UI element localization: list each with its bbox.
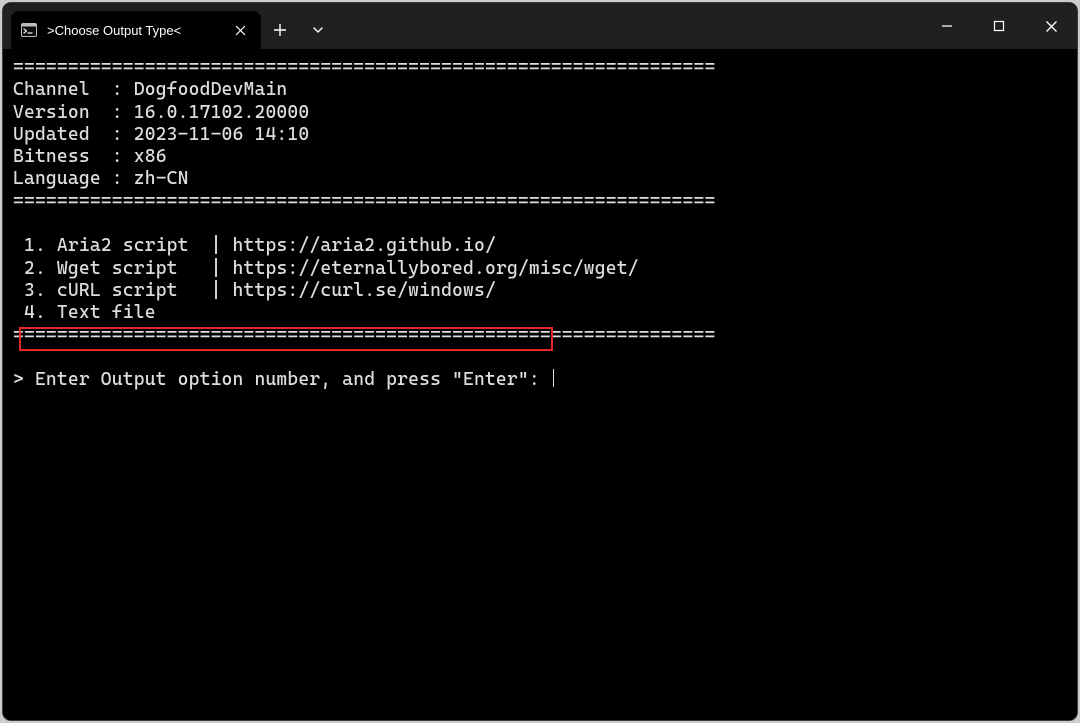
tab-active[interactable]: >Choose Output Type< xyxy=(11,11,261,49)
app-window: >Choose Output Type< xyxy=(3,3,1077,720)
maximize-button[interactable] xyxy=(973,3,1025,49)
tab-title: >Choose Output Type< xyxy=(47,23,219,38)
tabbar-actions xyxy=(261,11,337,49)
option-name: Aria2 script xyxy=(57,235,200,256)
option-name: cURL script xyxy=(57,280,200,301)
separator-line: ========================================… xyxy=(13,57,715,78)
window-controls xyxy=(921,3,1077,49)
info-version-label: Version : xyxy=(13,102,123,123)
option-num: 1. xyxy=(13,235,46,256)
minimize-button[interactable] xyxy=(921,3,973,49)
titlebar: >Choose Output Type< xyxy=(3,3,1077,49)
prompt-text: > Enter Output option number, and press … xyxy=(13,369,551,390)
separator-line: ========================================… xyxy=(13,191,715,212)
info-version-value: 16.0.17102.20000 xyxy=(134,102,310,123)
info-channel-label: Channel : xyxy=(13,79,123,100)
info-language-value: zh-CN xyxy=(134,168,189,189)
terminal-output[interactable]: ========================================… xyxy=(3,49,1077,720)
option-url: https://eternallybored.org/misc/wget/ xyxy=(233,258,639,279)
new-tab-button[interactable] xyxy=(261,11,299,49)
info-bitness-value: x86 xyxy=(134,146,167,167)
close-window-button[interactable] xyxy=(1025,3,1077,49)
tab-close-button[interactable] xyxy=(229,19,251,41)
option-url: https://curl.se/windows/ xyxy=(233,280,496,301)
terminal-icon xyxy=(21,22,37,38)
info-bitness-label: Bitness : xyxy=(13,146,123,167)
info-language-label: Language : xyxy=(13,168,123,189)
separator-line: ========================================… xyxy=(13,325,715,346)
info-updated-label: Updated : xyxy=(13,124,123,145)
option-name: Wget script xyxy=(57,258,200,279)
option-num: 2. xyxy=(13,258,46,279)
text-cursor xyxy=(553,369,554,387)
option-name: Text file xyxy=(57,302,156,323)
info-updated-value: 2023-11-06 14:10 xyxy=(134,124,310,145)
option-num: 4. xyxy=(13,302,46,323)
tab-dropdown-button[interactable] xyxy=(299,11,337,49)
info-channel-value: DogfoodDevMain xyxy=(134,79,288,100)
option-num: 3. xyxy=(13,280,46,301)
option-url: https://aria2.github.io/ xyxy=(233,235,496,256)
